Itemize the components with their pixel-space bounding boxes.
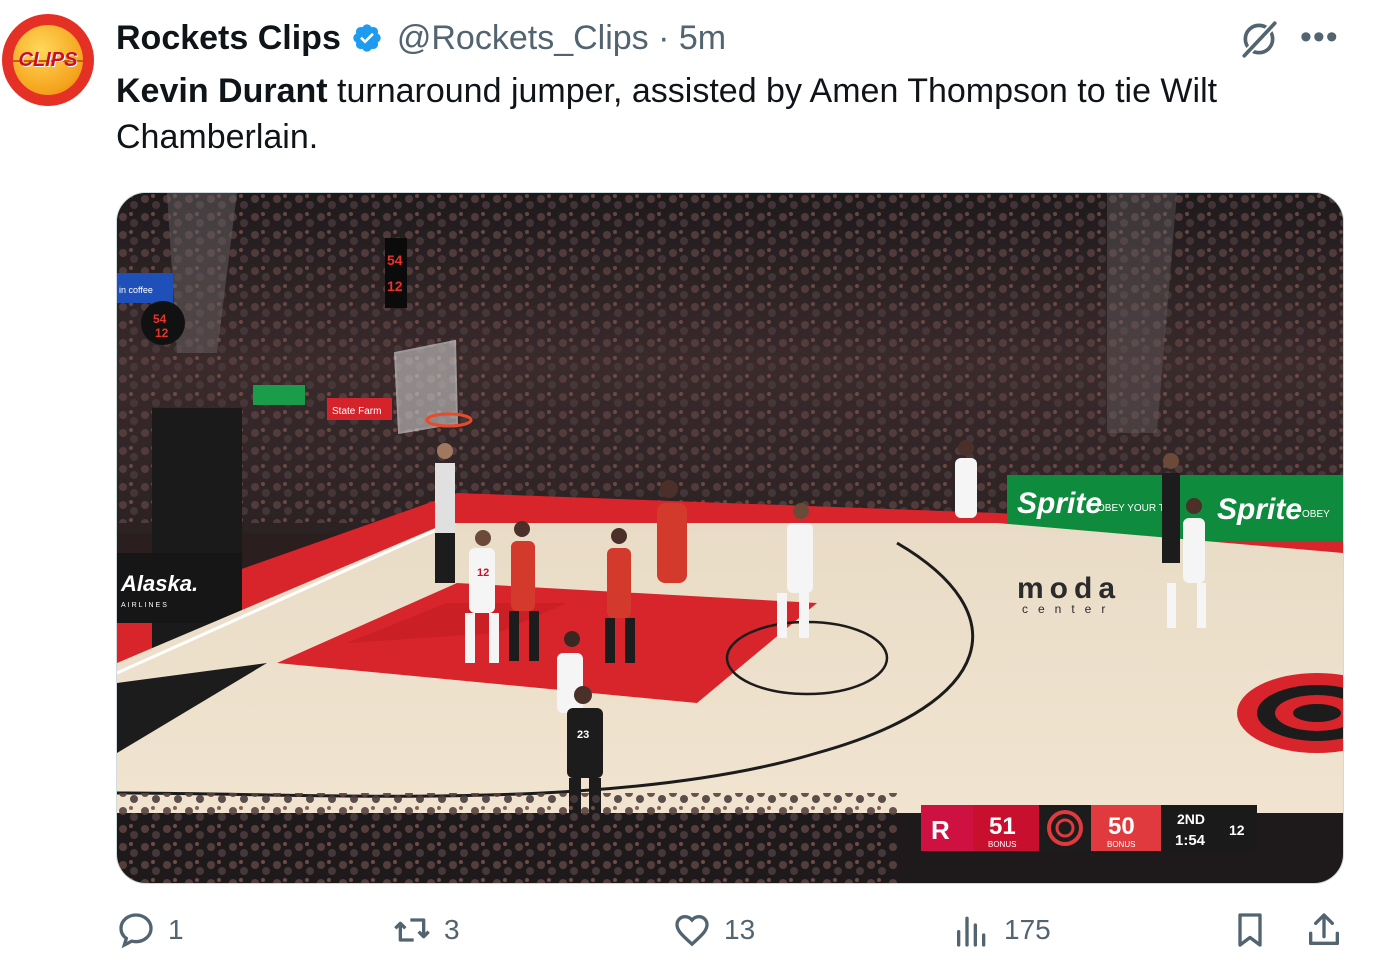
tweet-actions: 1 3 13 175 <box>0 910 1374 966</box>
tweet-header: Rockets Clips @Rockets_Clips · 5m <box>116 16 726 60</box>
like-count: 13 <box>724 914 756 945</box>
sprite-sign-tagline: OBEY YOUR TH <box>1097 503 1172 514</box>
sprite-sign-text: Sprite <box>1017 487 1102 520</box>
tweet-text-bold[interactable]: Kevin Durant <box>116 72 328 110</box>
shot-clock-display-1: 54 <box>387 252 403 268</box>
statefarm-sign-text: State Farm <box>332 406 381 417</box>
svg-text:54: 54 <box>153 312 167 326</box>
views-count: 175 <box>1004 914 1051 945</box>
game-period: 2ND <box>1177 811 1205 827</box>
author-name[interactable]: Rockets Clips <box>116 19 341 58</box>
author-handle[interactable]: @Rockets_Clips · 5m <box>397 19 726 58</box>
share-upload-icon <box>1309 913 1339 945</box>
tweet-text: Kevin Durant turnaround jumper, assisted… <box>116 68 1346 160</box>
svg-text:R: R <box>931 815 950 845</box>
away-score: 50 <box>1108 813 1135 840</box>
basketball-logo-icon: CLIPS <box>13 25 83 95</box>
reply-count: 1 <box>168 914 184 945</box>
reply-button[interactable]: 1 <box>116 910 184 950</box>
home-player-number: 12 <box>477 567 489 579</box>
video-player[interactable]: Sprite OBEY YOUR TH Sprite OBEY in coffe… <box>116 192 1344 884</box>
reply-icon <box>119 913 153 949</box>
scoreboard-bug: R 51 BONUS 50 BONUS 2ND 1:54 12 <box>921 805 1257 851</box>
avatar-text: CLIPS <box>18 48 78 71</box>
more-options-icon[interactable]: ••• <box>1300 20 1339 54</box>
sprite-sign-text-2: Sprite <box>1217 493 1302 526</box>
home-bonus: BONUS <box>988 840 1016 849</box>
analytics-bar-icon <box>957 916 986 947</box>
share-button[interactable] <box>1304 910 1344 950</box>
court-name-text: moda <box>1017 572 1121 605</box>
views-button[interactable]: 175 <box>952 910 1051 950</box>
coffee-sign-text: in coffee <box>119 285 153 295</box>
court-name-subtext: center <box>1022 602 1115 616</box>
alaska-sign-subtext: AIRLINES <box>121 602 169 609</box>
video-frame: Sprite OBEY YOUR TH Sprite OBEY in coffe… <box>117 193 1343 883</box>
referee-number: 23 <box>577 729 589 741</box>
retweet-count: 3 <box>444 914 460 945</box>
shot-clock: 12 <box>1229 822 1245 838</box>
retweet-icon <box>394 918 430 942</box>
verified-badge-icon <box>353 24 381 52</box>
home-score: 51 <box>989 813 1016 840</box>
svg-text:12: 12 <box>155 326 169 340</box>
bookmark-icon <box>1238 913 1262 947</box>
away-bonus: BONUS <box>1107 840 1135 849</box>
shot-clock-display-2: 12 <box>387 278 403 294</box>
heart-icon <box>675 914 709 947</box>
like-button[interactable]: 13 <box>672 910 755 950</box>
alaska-sign-text: Alaska. <box>120 571 198 596</box>
grok-icon[interactable] <box>1238 18 1280 60</box>
game-clock: 1:54 <box>1175 832 1206 849</box>
avatar[interactable]: CLIPS <box>2 14 94 106</box>
retweet-button[interactable]: 3 <box>392 910 460 950</box>
sprite-sign-tagline-2: OBEY <box>1302 509 1330 520</box>
bookmark-button[interactable] <box>1230 910 1270 950</box>
